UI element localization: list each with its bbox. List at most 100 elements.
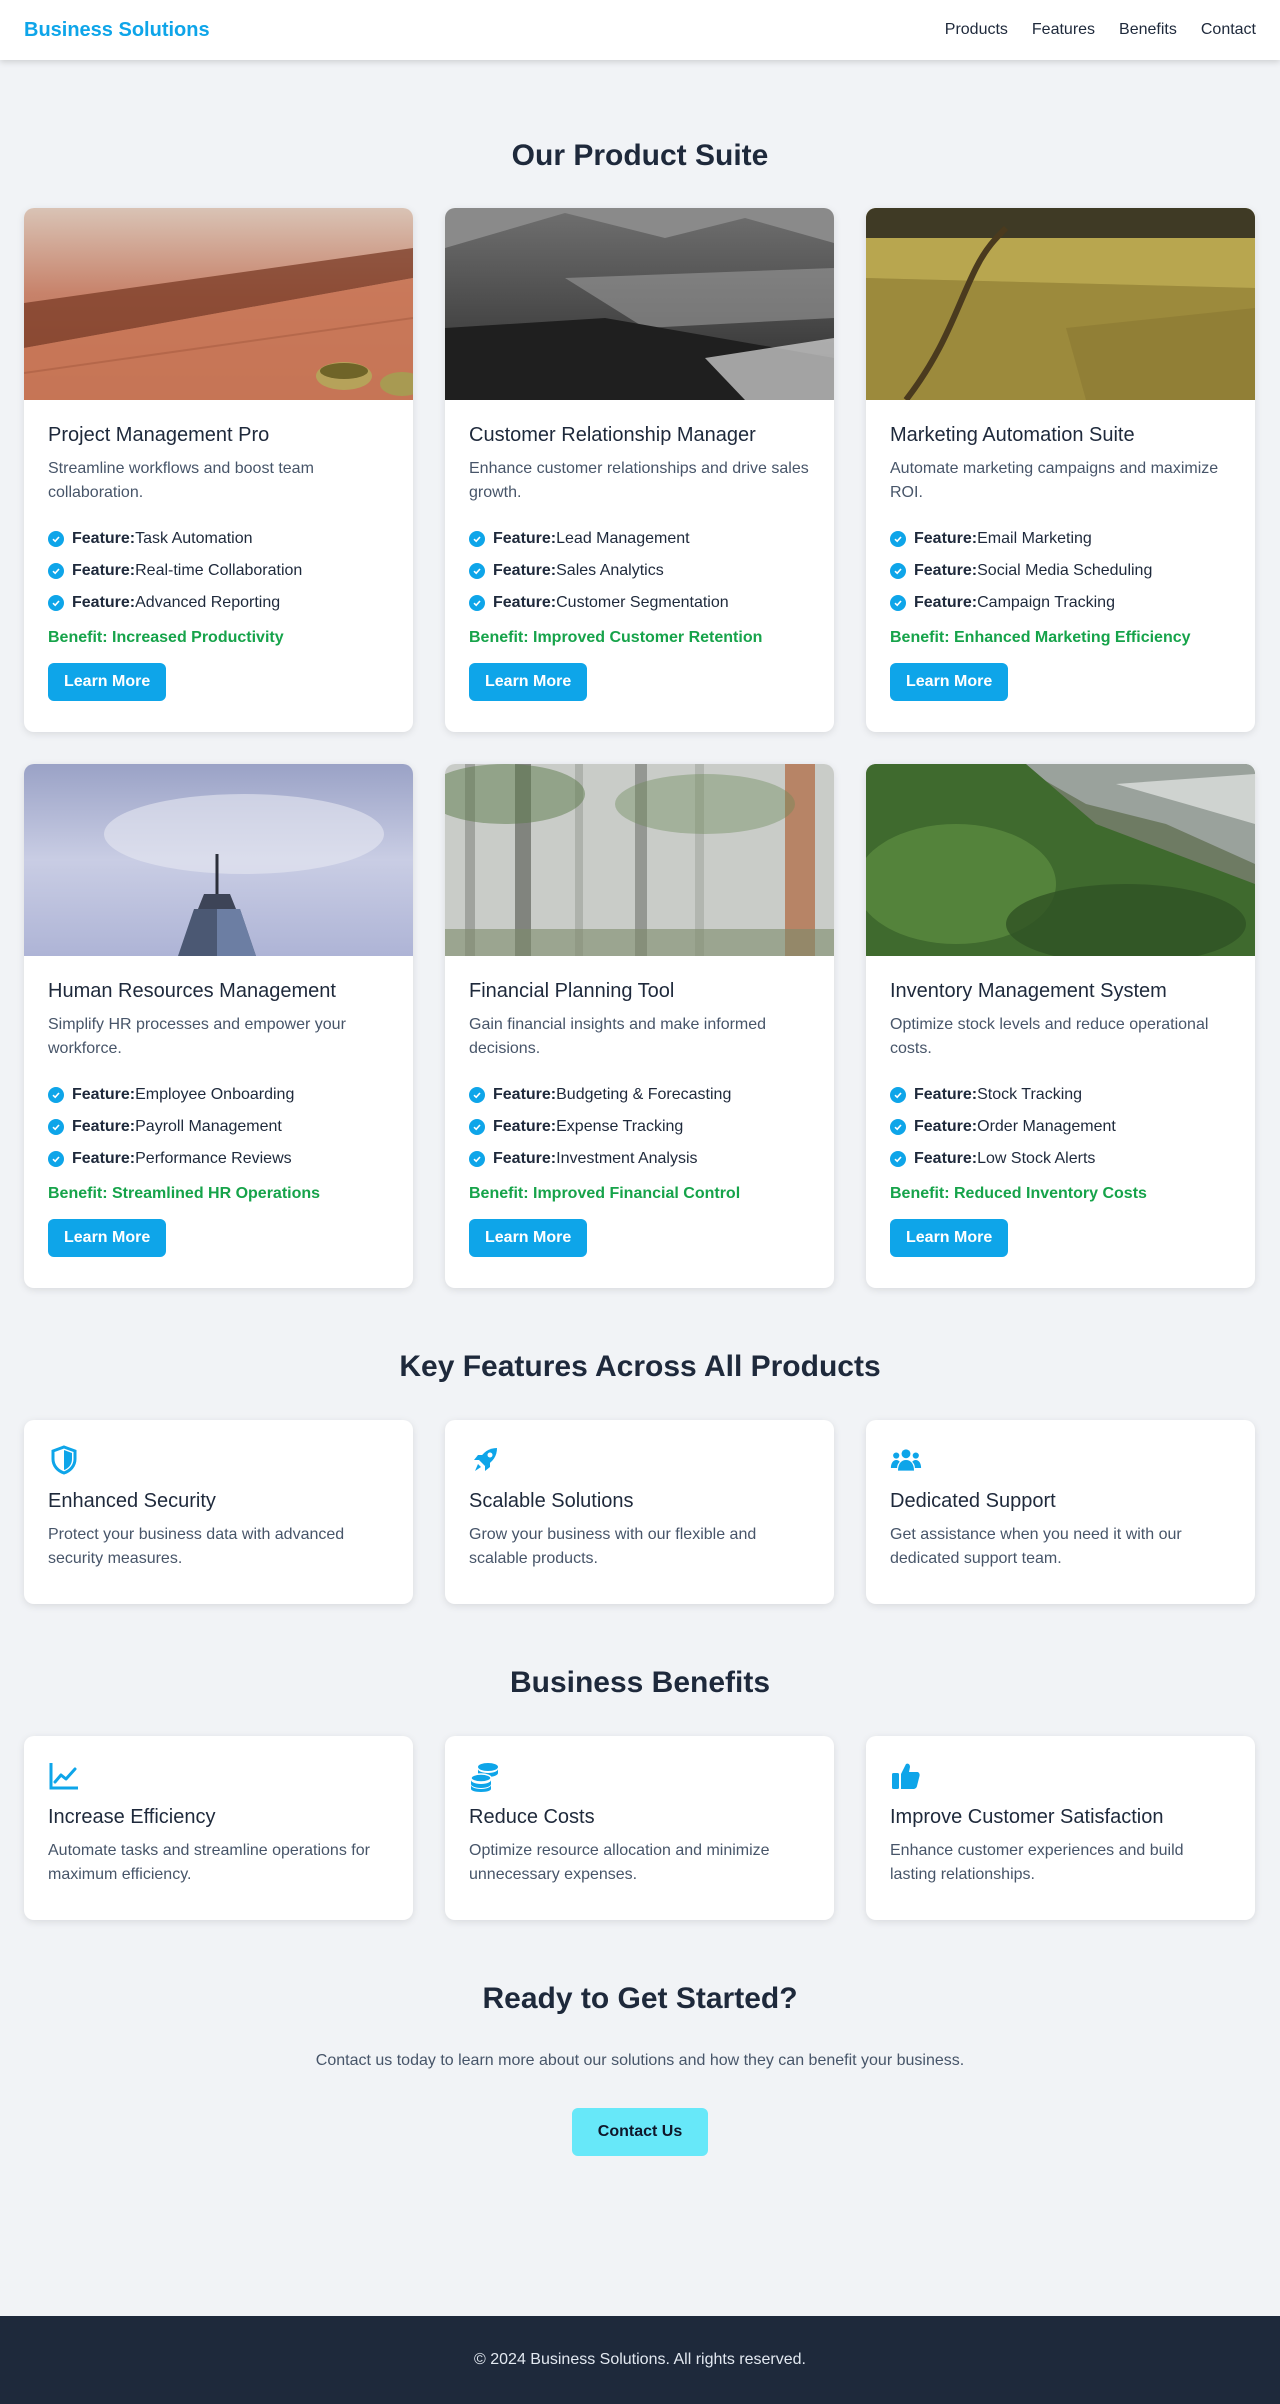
feature-prefix: Feature: xyxy=(493,1086,557,1103)
feature-text: Employee Onboarding xyxy=(135,1086,295,1103)
key-features-section-title: Key Features Across All Products xyxy=(399,1350,881,1383)
product-benefit: Benefit: Improved Customer Retention xyxy=(469,629,763,646)
benefit-card-title: Reduce Costs xyxy=(469,1806,595,1828)
benefit-card: Increase Efficiency Automate tasks and s… xyxy=(24,1736,413,1920)
feature-item: Feature: Campaign Tracking xyxy=(890,587,1231,619)
check-circle-icon xyxy=(469,595,485,611)
feature-text: Low Stock Alerts xyxy=(977,1150,1096,1167)
learn-more-button[interactable]: Learn More xyxy=(48,1219,167,1257)
learn-more-button[interactable]: Learn More xyxy=(469,1219,588,1257)
nav-link-products[interactable]: Products xyxy=(945,21,1008,39)
contact-us-button[interactable]: Contact Us xyxy=(572,2108,708,2156)
feature-text: Customer Segmentation xyxy=(556,594,729,611)
feature-text: Stock Tracking xyxy=(977,1086,1083,1103)
feature-text: Expense Tracking xyxy=(556,1118,684,1135)
product-benefit: Benefit: Improved Financial Control xyxy=(469,1185,741,1202)
feature-list: Feature: Email Marketing Feature: Social M… xyxy=(890,523,1231,619)
feature-text: Investment Analysis xyxy=(556,1150,698,1167)
feature-list: Feature: Task Automation Feature: Real-tim… xyxy=(48,523,389,619)
feature-item: Feature: Real-time Collaboration xyxy=(48,555,389,587)
feature-text: Performance Reviews xyxy=(135,1150,292,1167)
feature-list: Feature: Employee Onboarding Feature: Payr… xyxy=(48,1079,389,1175)
feature-text: Advanced Reporting xyxy=(135,594,281,611)
nav-link-features[interactable]: Features xyxy=(1032,21,1095,39)
thumbs-up-icon xyxy=(892,1763,920,1789)
feature-item: Feature: Expense Tracking xyxy=(469,1111,810,1143)
feature-card: Dedicated Support Get assistance when yo… xyxy=(866,1420,1255,1604)
product-benefit: Benefit: Reduced Inventory Costs xyxy=(890,1185,1147,1202)
feature-prefix: Feature: xyxy=(914,562,978,579)
benefits-grid: Increase Efficiency Automate tasks and s… xyxy=(24,1736,1256,1920)
check-circle-icon xyxy=(469,1151,485,1167)
shield-icon xyxy=(51,1445,77,1475)
misty-forest-photo xyxy=(445,764,834,956)
check-circle-icon xyxy=(890,1119,906,1135)
learn-more-button[interactable]: Learn More xyxy=(890,1219,1009,1257)
feature-prefix: Feature: xyxy=(914,1118,978,1135)
feature-card-description: Get assistance when you need it with our… xyxy=(890,1526,1182,1567)
feature-card: Enhanced Security Protect your business … xyxy=(24,1420,413,1604)
check-circle-icon xyxy=(48,1087,64,1103)
feature-prefix: Feature: xyxy=(493,562,557,579)
feature-prefix: Feature: xyxy=(493,594,557,611)
nav-link-benefits[interactable]: Benefits xyxy=(1119,21,1177,39)
check-circle-icon xyxy=(48,1119,64,1135)
check-circle-icon xyxy=(469,1119,485,1135)
feature-prefix: Feature: xyxy=(914,1150,978,1167)
feature-prefix: Feature: xyxy=(914,1086,978,1103)
mountain-slope-photo xyxy=(445,208,834,400)
feature-text: Task Automation xyxy=(135,530,253,547)
chart-line-icon xyxy=(49,1763,78,1790)
green-mountain-photo xyxy=(866,764,1255,956)
feature-text: Lead Management xyxy=(556,530,690,547)
product-card: Human Resources Management Simplify HR p… xyxy=(24,764,413,1288)
feature-prefix: Feature: xyxy=(72,1150,136,1167)
feature-item: Feature: Employee Onboarding xyxy=(48,1079,389,1111)
feature-prefix: Feature: xyxy=(72,1118,136,1135)
product-description: Automate marketing campaigns and maximiz… xyxy=(890,460,1219,501)
benefits-section-title: Business Benefits xyxy=(509,1666,771,1699)
product-card: Inventory Management System Optimize sto… xyxy=(866,764,1255,1288)
feature-text: Sales Analytics xyxy=(556,562,664,579)
feature-text: Payroll Management xyxy=(135,1118,282,1135)
users-icon xyxy=(890,1449,922,1471)
feature-prefix: Feature: xyxy=(914,530,978,547)
feature-list: Feature: Lead Management Feature: Sales An… xyxy=(469,523,810,619)
learn-more-button[interactable]: Learn More xyxy=(469,663,588,701)
learn-more-button[interactable]: Learn More xyxy=(48,663,167,701)
coins-icon xyxy=(470,1763,498,1792)
check-circle-icon xyxy=(48,595,64,611)
key-features-grid: Enhanced Security Protect your business … xyxy=(24,1420,1256,1604)
feature-prefix: Feature: xyxy=(72,594,136,611)
feature-text: Email Marketing xyxy=(977,530,1092,547)
check-circle-icon xyxy=(48,563,64,579)
footer-copyright: © 2024 Business Solutions. All rights re… xyxy=(474,2351,806,2368)
feature-prefix: Feature: xyxy=(493,1150,557,1167)
feature-item: Feature: Social Media Scheduling xyxy=(890,555,1231,587)
benefit-card-description: Enhance customer experiences and build l… xyxy=(890,1842,1184,1883)
feature-text: Campaign Tracking xyxy=(977,594,1115,611)
feature-item: Feature: Payroll Management xyxy=(48,1111,389,1143)
feature-item: Feature: Customer Segmentation xyxy=(469,587,810,619)
wooden-table-photo xyxy=(24,208,413,400)
feature-prefix: Feature: xyxy=(914,594,978,611)
nav-link-contact[interactable]: Contact xyxy=(1201,21,1256,39)
benefit-card: Reduce Costs Optimize resource allocatio… xyxy=(445,1736,834,1920)
check-circle-icon xyxy=(48,1151,64,1167)
feature-prefix: Feature: xyxy=(493,1118,557,1135)
check-circle-icon xyxy=(469,563,485,579)
feature-item: Feature: Advanced Reporting xyxy=(48,587,389,619)
product-benefit: Benefit: Increased Productivity xyxy=(48,629,284,646)
feature-item: Feature: Investment Analysis xyxy=(469,1143,810,1175)
feature-text: Social Media Scheduling xyxy=(977,562,1153,579)
product-card: Marketing Automation Suite Automate mark… xyxy=(866,208,1255,732)
benefit-card: Improve Customer Satisfaction Enhance cu… xyxy=(866,1736,1255,1920)
brand-logo-link[interactable]: Business Solutions xyxy=(24,19,210,42)
check-circle-icon xyxy=(890,531,906,547)
feature-card-title: Scalable Solutions xyxy=(469,1490,634,1512)
feature-list: Feature: Stock Tracking Feature: Order Man… xyxy=(890,1079,1231,1175)
learn-more-button[interactable]: Learn More xyxy=(890,663,1009,701)
feature-card: Scalable Solutions Grow your business wi… xyxy=(445,1420,834,1604)
product-grid: Project Management Pro Streamline workfl… xyxy=(24,208,1256,1288)
product-card: Customer Relationship Manager Enhance cu… xyxy=(445,208,834,732)
